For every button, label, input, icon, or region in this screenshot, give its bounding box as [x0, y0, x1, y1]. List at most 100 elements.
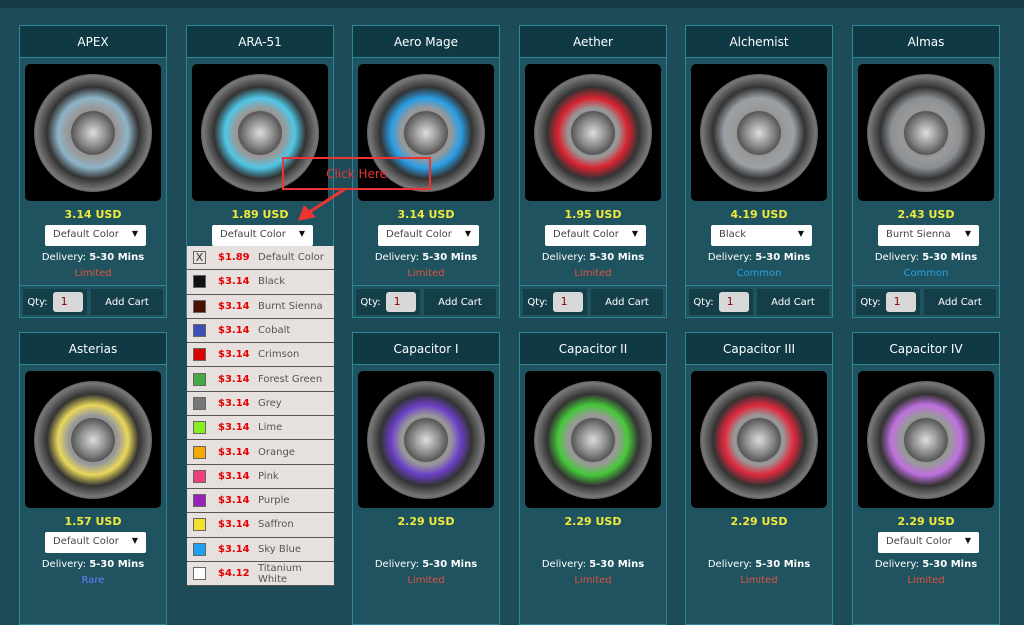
option-name: Forest Green [258, 373, 323, 385]
color-select[interactable]: Default Color ▼ [45, 532, 146, 553]
dropdown-option[interactable]: $3.14 Lime [187, 416, 334, 441]
product-name[interactable]: Aero Mage [353, 26, 499, 58]
rarity-badge: Common [903, 268, 949, 279]
qty-label: Qty: [360, 296, 381, 308]
color-select-value: Burnt Sienna [886, 229, 951, 240]
card-footer: Qty: 1 Add Cart [686, 285, 832, 318]
qty-group: Qty: 1 [689, 289, 753, 315]
color-swatch [193, 396, 206, 410]
option-price: $3.14 [218, 373, 250, 385]
product-image[interactable] [525, 371, 661, 508]
qty-input[interactable]: 1 [385, 292, 416, 312]
dropdown-option[interactable]: $3.14 Orange [187, 440, 334, 465]
product-name[interactable]: Capacitor I [353, 333, 499, 365]
dropdown-option[interactable]: $3.14 Burnt Sienna [187, 295, 334, 319]
dropdown-option[interactable]: $3.14 Crimson [187, 343, 334, 368]
add-cart-button[interactable]: Add Cart [757, 289, 829, 315]
option-price: $3.14 [218, 495, 250, 507]
annotation-arrow-icon [298, 187, 346, 221]
delivery-label: Delivery: [874, 559, 919, 570]
product-card: Capacitor II 2.29 USD Delivery: 5-30 Mins… [519, 332, 667, 625]
option-price: $3.14 [218, 300, 250, 312]
product-image[interactable] [525, 64, 661, 201]
product-name[interactable]: APEX [20, 26, 166, 58]
product-image[interactable] [358, 371, 494, 508]
add-cart-button[interactable]: Add Cart [924, 289, 996, 315]
dropdown-option[interactable]: $4.12 Titanium White [187, 562, 334, 587]
color-select[interactable]: Burnt Sienna ▼ [878, 225, 979, 246]
dropdown-option[interactable]: $3.14 Pink [187, 465, 334, 489]
wheel-image [367, 380, 485, 499]
color-swatch [193, 445, 206, 459]
chevron-down-icon: ▼ [131, 536, 138, 545]
product-name[interactable]: Almas [853, 26, 999, 58]
qty-input[interactable]: 1 [885, 292, 916, 312]
product-image[interactable] [691, 64, 827, 201]
color-swatch [193, 518, 206, 532]
dropdown-option[interactable]: $3.14 Forest Green [187, 367, 334, 392]
add-cart-button[interactable]: Add Cart [591, 289, 663, 315]
color-dropdown-list[interactable]: X $1.89 Default Color $3.14 Black $3.14 Burnt … [187, 246, 334, 587]
option-name: Cobalt [258, 325, 291, 337]
product-name[interactable]: ARA-51 [187, 26, 333, 58]
color-select-value: Black [719, 229, 747, 240]
option-name: Titanium White [257, 562, 302, 585]
product-card: Capacitor III 2.29 USD Delivery: 5-30 Min… [685, 332, 833, 625]
product-name[interactable]: Aether [520, 26, 666, 58]
option-price: $3.14 [218, 397, 250, 409]
add-cart-button[interactable]: Add Cart [424, 289, 496, 315]
product-name[interactable]: Capacitor IV [853, 333, 999, 365]
product-name[interactable]: Alchemist [686, 26, 832, 58]
dropdown-option[interactable]: $3.14 Sky Blue [187, 538, 334, 562]
rarity-badge: Limited [74, 268, 112, 279]
product-name[interactable]: Capacitor III [686, 333, 832, 365]
wheel-image [700, 380, 818, 499]
product-name[interactable]: Asterias [20, 333, 166, 365]
product-image[interactable] [25, 371, 161, 508]
dropdown-option[interactable]: $3.14 Black [187, 270, 334, 295]
color-select[interactable]: Default Color ▼ [45, 225, 146, 246]
color-select[interactable]: Default Color ▼ [878, 532, 979, 553]
option-name: Default Color [258, 252, 324, 264]
qty-input[interactable]: 1 [552, 292, 583, 312]
color-select[interactable]: Default Color ▼ [545, 225, 646, 246]
product-image[interactable] [691, 371, 827, 508]
color-swatch [193, 275, 206, 289]
option-price: $3.14 [218, 519, 250, 531]
delivery-time: 5-30 Mins [589, 559, 645, 570]
color-select[interactable]: Default Color ▼ [212, 225, 313, 246]
product-card: Aether 1.95 USD Default Color ▼ Delivery: 5… [519, 25, 667, 318]
option-price: $3.14 [218, 446, 250, 458]
delivery-time: 5-30 Mins [589, 252, 645, 263]
product-card: Alchemist 4.19 USD Black ▼ Delivery: 5-30 M… [685, 25, 833, 318]
qty-group: Qty: 1 [856, 289, 920, 315]
add-cart-button[interactable]: Add Cart [91, 289, 163, 315]
product-price: 2.29 USD [564, 515, 622, 528]
dropdown-option[interactable]: $3.14 Cobalt [187, 319, 334, 344]
delivery-info: Delivery: 5-30 Mins [353, 252, 499, 263]
color-swatch [193, 324, 206, 338]
dropdown-option[interactable]: $3.14 Grey [187, 392, 334, 417]
qty-input[interactable]: 1 [52, 292, 83, 312]
product-image[interactable] [25, 64, 161, 201]
color-select[interactable]: Black ▼ [711, 225, 812, 246]
color-swatch [193, 299, 206, 313]
product-price: 4.19 USD [730, 208, 788, 221]
product-image[interactable] [858, 64, 994, 201]
color-select[interactable]: Default Color ▼ [378, 225, 479, 246]
product-card: Capacitor IV 2.29 USD Default Color ▼ Deliv… [852, 332, 1000, 625]
color-swatch [193, 348, 206, 362]
product-image[interactable] [858, 371, 994, 508]
delivery-label: Delivery: [541, 252, 586, 263]
option-name: Orange [258, 446, 295, 458]
product-price: 1.57 USD [64, 515, 122, 528]
dropdown-option[interactable]: X $1.89 Default Color [187, 246, 334, 271]
color-select-value: Default Color [220, 229, 286, 240]
chevron-down-icon: ▼ [964, 229, 971, 238]
qty-group: Qty: 1 [23, 289, 87, 315]
dropdown-option[interactable]: $3.14 Purple [187, 489, 334, 514]
product-name[interactable]: Capacitor II [520, 333, 666, 365]
qty-input[interactable]: 1 [718, 292, 749, 312]
dropdown-option[interactable]: $3.14 Saffron [187, 513, 334, 538]
option-price: $3.14 [218, 543, 250, 555]
